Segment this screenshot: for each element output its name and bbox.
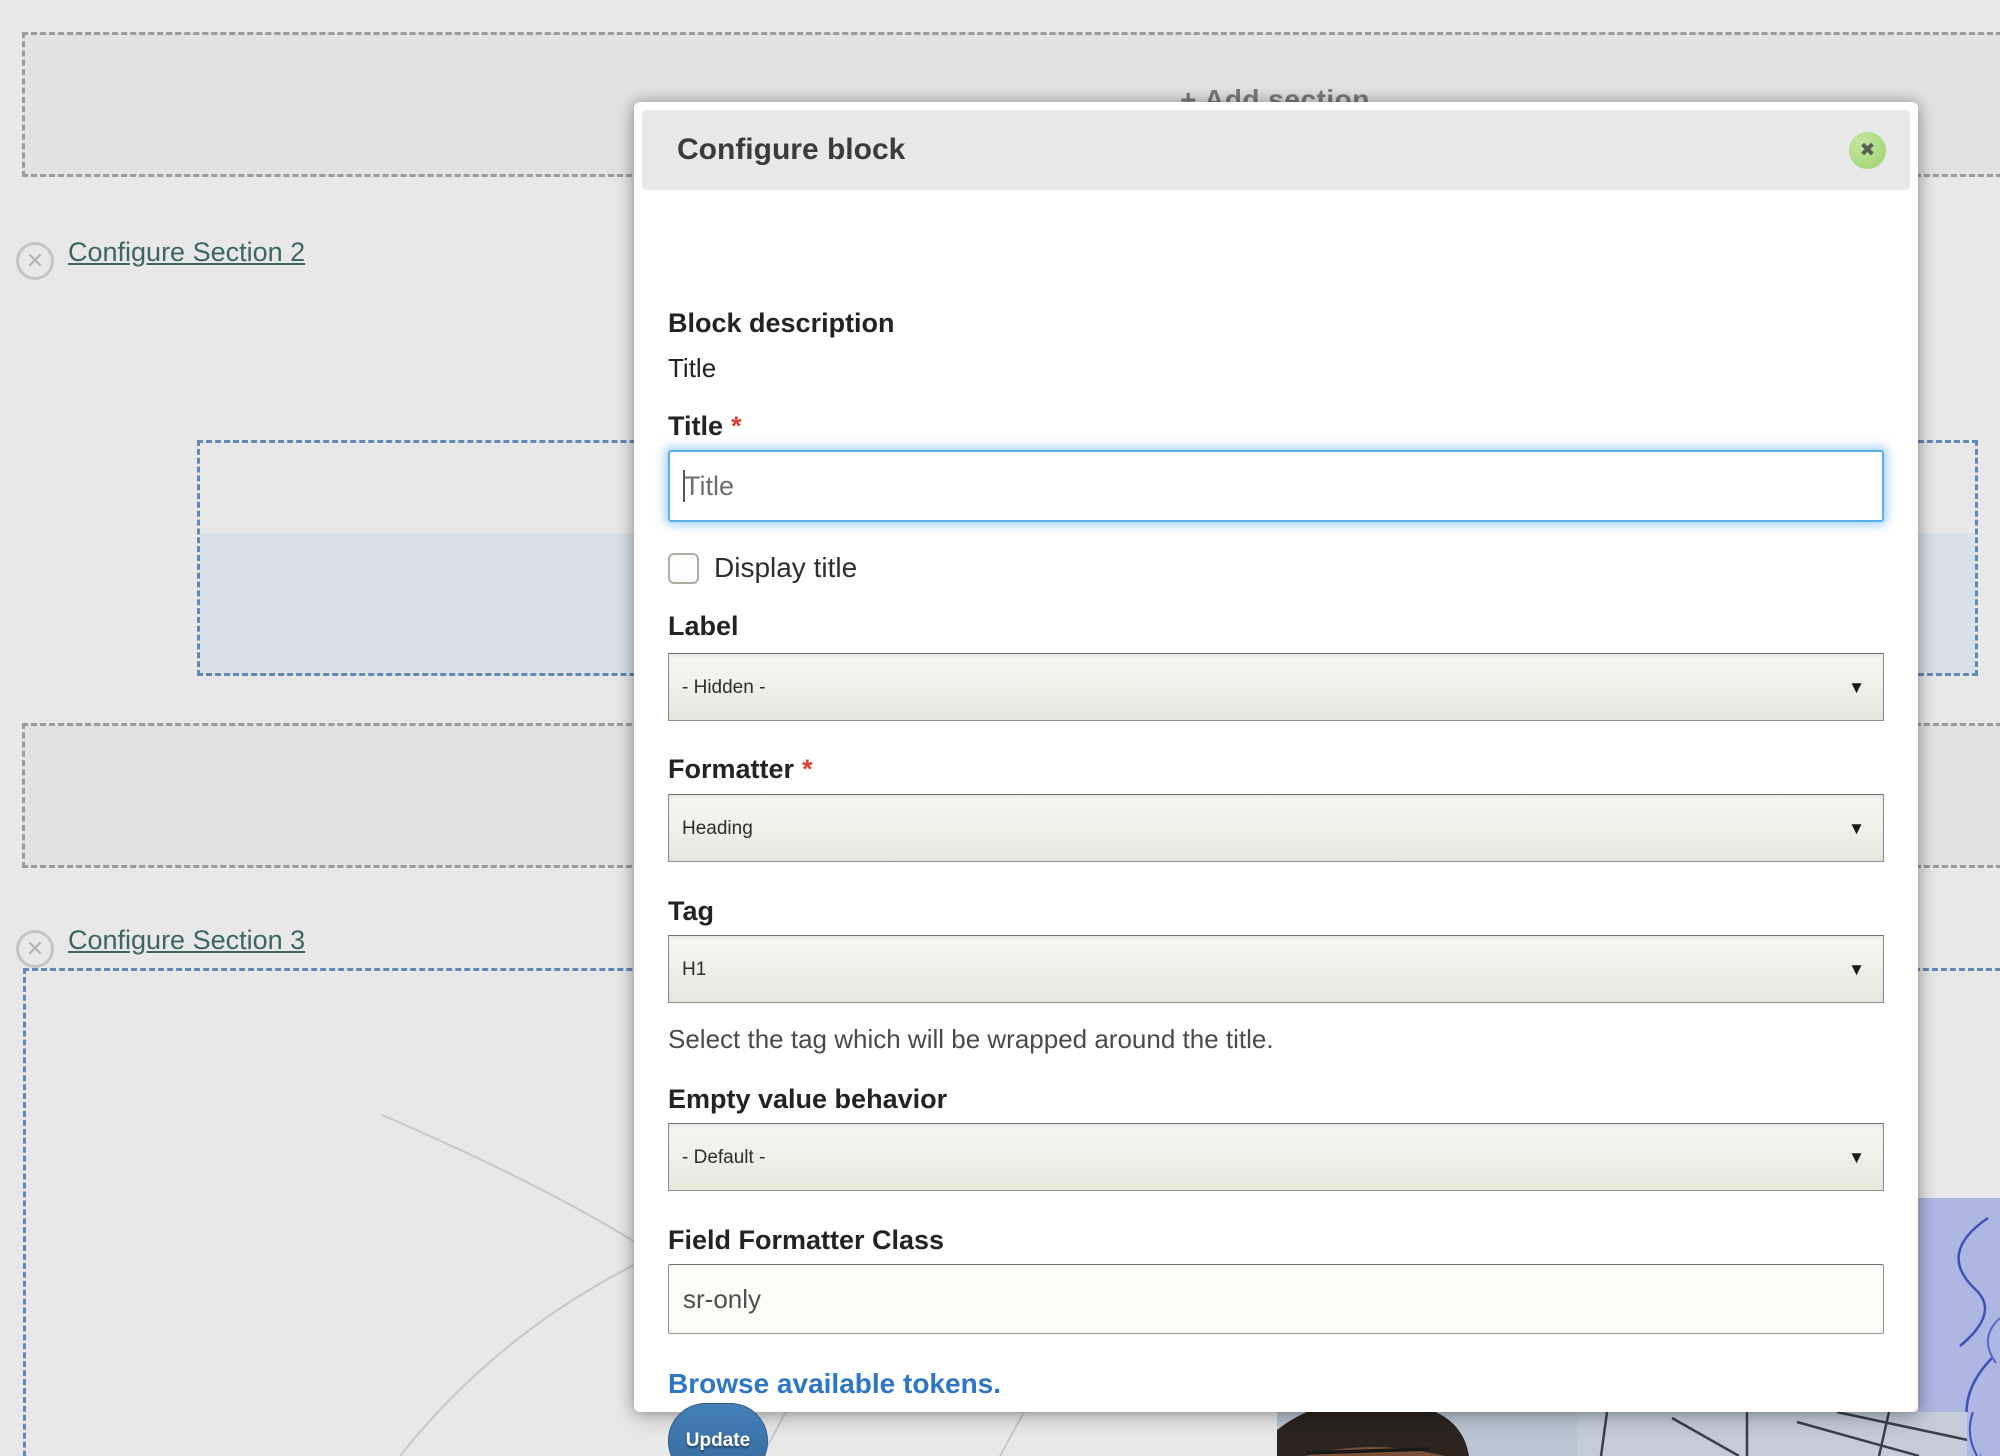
- tag-field-description: Select the tag which will be wrapped aro…: [668, 1024, 1274, 1055]
- label-field-label: Label: [668, 611, 739, 642]
- close-icon[interactable]: ✖: [1849, 132, 1886, 169]
- formatter-class-input[interactable]: [668, 1264, 1884, 1334]
- hero-photo-image: [1277, 1412, 1980, 1456]
- empty-value-select-value: - Default -: [682, 1124, 765, 1192]
- tag-field-label: Tag: [668, 896, 714, 927]
- empty-value-field-label: Empty value behavior: [668, 1084, 947, 1115]
- title-field-label: Title*: [668, 411, 742, 442]
- formatter-class-field-label: Field Formatter Class: [668, 1225, 944, 1256]
- title-input[interactable]: [668, 450, 1884, 522]
- update-button[interactable]: Update: [668, 1403, 768, 1456]
- dialog-title: Configure block: [677, 110, 905, 190]
- configure-block-dialog: Configure block ✖ Block description Titl…: [634, 102, 1918, 1412]
- chevron-down-icon: ▼: [1848, 795, 1865, 863]
- empty-value-select[interactable]: - Default - ▼: [668, 1123, 1884, 1191]
- browse-tokens-link[interactable]: Browse available tokens.: [668, 1368, 1001, 1400]
- required-asterisk: *: [802, 754, 813, 784]
- dialog-body: Block description Title Title* Display t…: [668, 190, 1884, 1412]
- chevron-down-icon: ▼: [1848, 1124, 1865, 1192]
- remove-section-2-icon[interactable]: ✕: [16, 242, 54, 280]
- dialog-titlebar[interactable]: Configure block ✖: [642, 110, 1910, 190]
- remove-section-3-icon[interactable]: ✕: [16, 930, 54, 968]
- formatter-select-value: Heading: [682, 795, 753, 863]
- chevron-down-icon: ▼: [1848, 654, 1865, 722]
- formatter-select[interactable]: Heading ▼: [668, 794, 1884, 862]
- display-title-label: Display title: [714, 552, 857, 584]
- formatter-field-label: Formatter*: [668, 754, 813, 785]
- configure-section-2-link[interactable]: Configure Section 2: [68, 237, 305, 268]
- block-description-label: Block description: [668, 308, 895, 339]
- layout-builder-page: + Add section ✕ Configure Section 2 ✕ Co…: [0, 0, 2000, 1456]
- tag-select[interactable]: H1 ▼: [668, 935, 1884, 1003]
- label-select[interactable]: - Hidden - ▼: [668, 653, 1884, 721]
- required-asterisk: *: [731, 411, 742, 441]
- tag-select-value: H1: [682, 936, 706, 1004]
- label-select-value: - Hidden -: [682, 654, 765, 722]
- chevron-down-icon: ▼: [1848, 936, 1865, 1004]
- block-description-value: Title: [668, 353, 716, 384]
- text-cursor: [683, 470, 685, 502]
- display-title-checkbox[interactable]: [668, 553, 699, 584]
- configure-section-3-link[interactable]: Configure Section 3: [68, 925, 305, 956]
